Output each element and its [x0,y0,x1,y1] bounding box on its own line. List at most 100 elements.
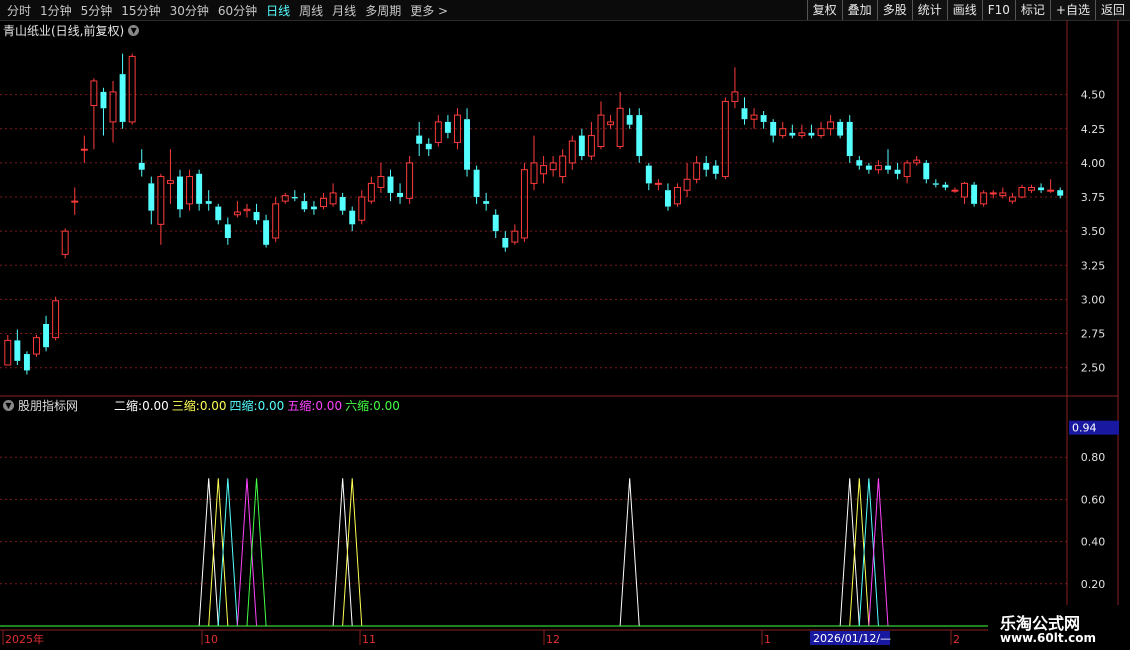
candle [674,183,681,207]
candle [43,315,50,352]
candle [750,108,758,129]
candle [549,156,557,177]
x-tick-label: 11 [362,633,376,646]
candle-body [61,230,69,255]
candle [119,53,126,129]
candle [654,179,662,191]
candle [942,182,949,191]
candle-body [731,91,739,102]
candle [760,111,767,129]
candle-body [683,178,691,191]
candle [281,192,289,204]
candle [1018,184,1026,199]
candle-body [808,132,815,136]
candle-body [263,220,270,245]
candle [741,97,748,125]
candle [712,160,719,180]
candle [196,169,203,211]
chart-canvas[interactable]: 4.50 4.25 4.00 3.75 3.50 3.25 3.00 2.75 2.50 0.8… [0,0,1130,650]
candle [1038,183,1045,193]
candle-body [358,196,366,221]
candle-body [80,148,88,151]
indicator-peak [208,478,229,627]
candle-body [654,182,662,185]
chevron-down-icon[interactable]: ▼ [3,400,14,411]
legend-label-2: 二缩: [114,399,143,413]
x-tick-label: 2025年 [5,632,44,646]
candle [770,119,777,143]
indicator-peak [868,478,889,627]
x-tick-label: 2 [953,633,960,646]
candle-body [798,132,806,137]
candle [23,351,30,375]
candle [731,67,739,109]
y-tick-label: 3.75 [1081,191,1106,204]
x-tick-label: 1 [764,633,771,646]
candle [1008,192,1016,204]
candle [128,53,136,125]
candle-body [148,183,155,211]
candle [4,334,12,366]
candle-body [865,165,872,170]
candle-body [549,162,557,171]
candle-body [464,119,470,170]
candle [148,176,155,225]
indicator-peak [849,478,870,627]
candle-body [177,176,183,210]
candle [779,121,787,139]
candle [291,190,298,202]
candle-body [894,169,901,174]
watermark-url: www.60lt.com [1000,631,1097,645]
candle-body [425,143,432,150]
candle [664,183,671,211]
indicator-peak [619,478,640,627]
candle-body [578,135,585,157]
candle-body [817,128,825,137]
site-watermark: 乐淘公式网 www.60lt.com [988,605,1130,650]
candle-body [473,169,480,198]
candle-body [233,211,241,216]
legend-value-6: 0.00 [373,398,400,413]
candle [721,97,729,180]
candle-body [626,115,633,125]
candle [894,162,901,180]
candle [530,135,538,191]
candle-body [1057,190,1064,196]
candle-body [367,182,375,202]
candle-body [329,192,337,205]
main-gridlines [0,20,1119,630]
candle [932,179,939,188]
candle [177,169,183,218]
legend-value-3: 0.00 [199,398,227,413]
candle-body [339,197,346,211]
candle [233,201,241,218]
candle-body [310,206,317,210]
candle-body [23,354,30,371]
indicator-series [246,478,267,627]
candle [367,176,375,204]
candle-body [416,135,423,144]
candle [703,156,710,177]
candle [971,182,978,207]
candle [817,121,825,139]
candle [483,192,490,211]
candle [789,124,796,139]
candle-body [14,340,21,361]
candle-body [4,339,12,366]
candle-body [693,162,701,180]
candle [511,224,519,245]
indicator-series [198,478,860,627]
candle-body [166,180,174,184]
candle-body [607,121,615,126]
legend-label-4: 四缩: [229,399,258,413]
candle [1057,187,1064,199]
candle-body [387,176,394,193]
legend-label-3: 三缩: [171,399,200,413]
candle-body [721,100,729,178]
candle [837,119,844,139]
candle [215,203,222,225]
candle-body [1038,187,1045,191]
candle [903,160,911,184]
candle-body [224,224,231,238]
candle [520,162,528,243]
